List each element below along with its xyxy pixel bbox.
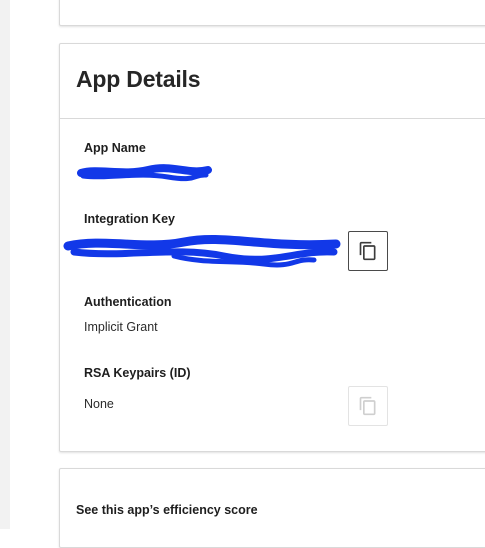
integration-key-label: Integration Key bbox=[84, 212, 175, 226]
rsa-keypairs-value: None bbox=[84, 397, 114, 411]
copy-integration-key-button[interactable] bbox=[348, 231, 388, 271]
authentication-label: Authentication bbox=[84, 295, 172, 309]
app-details-card: App Details App Name Integration Key Aut… bbox=[59, 43, 485, 452]
app-details-header: App Details bbox=[60, 44, 485, 119]
rsa-keypairs-label: RSA Keypairs (ID) bbox=[84, 366, 191, 380]
previous-card bbox=[59, 0, 485, 26]
authentication-value: Implicit Grant bbox=[84, 320, 158, 334]
left-gutter bbox=[0, 0, 10, 529]
app-name-label: App Name bbox=[84, 141, 146, 155]
copy-icon bbox=[359, 396, 376, 416]
efficiency-score-link[interactable]: See this app’s efficiency score bbox=[76, 503, 258, 517]
copy-icon bbox=[359, 241, 376, 261]
integration-key-redacted-value bbox=[63, 234, 341, 268]
app-name-redacted-value bbox=[77, 164, 212, 182]
app-details-title: App Details bbox=[76, 66, 201, 92]
efficiency-score-card: See this app’s efficiency score bbox=[59, 468, 485, 548]
copy-rsa-keypair-button[interactable] bbox=[348, 386, 388, 426]
